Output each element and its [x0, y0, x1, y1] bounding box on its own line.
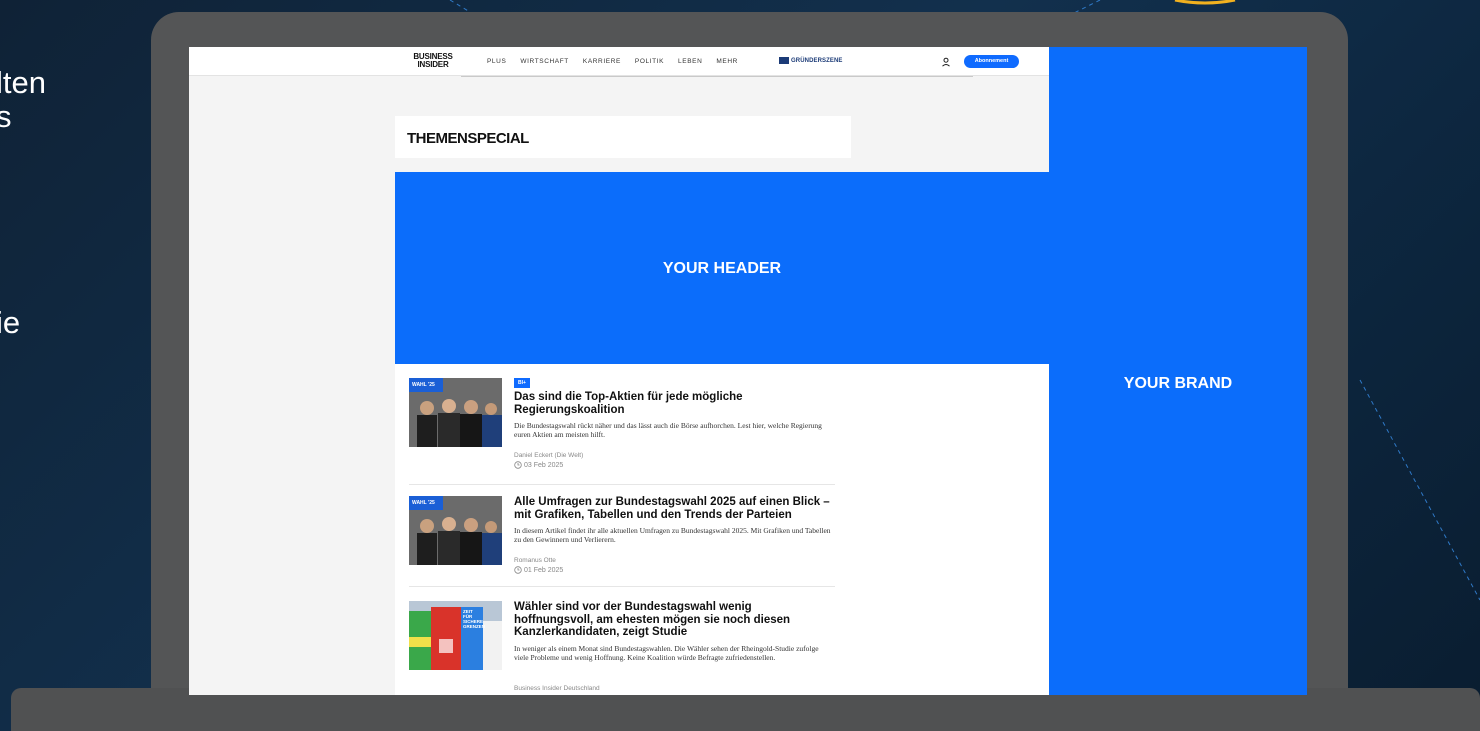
gruenderszene-label: GRÜNDERSZENE [791, 57, 843, 64]
themenspecial-title: THEMENSPECIAL [407, 130, 529, 147]
nav-link-wirtschaft[interactable]: WIRTSCHAFT [520, 58, 569, 65]
gruenderszene-link[interactable]: GRÜNDERSZENE [779, 57, 843, 64]
user-icon[interactable] [941, 57, 951, 67]
nav-divider [461, 76, 973, 77]
article-description: Die Bundestagswahl rückt näher und das l… [514, 421, 822, 439]
article-item[interactable]: WAHL '25 BI+ Das sind die Top-Aktien für… [409, 378, 835, 486]
article-title[interactable]: Alle Umfragen zur Bundestagswahl 2025 au… [514, 496, 834, 521]
article-title[interactable]: Wähler sind vor der Bundestagswahl wenig… [514, 601, 834, 639]
business-insider-logo[interactable]: BUSINESS INSIDER [410, 53, 456, 69]
article-author: Business Insider Deutschland [514, 685, 600, 692]
clock-icon [514, 566, 522, 574]
logo-line-2: INSIDER [417, 60, 449, 69]
article-thumbnail[interactable] [409, 601, 502, 670]
nav-link-plus[interactable]: PLUS [487, 58, 506, 65]
top-navbar: BUSINESS INSIDER PLUS WIRTSCHAFT KARRIER… [189, 47, 1049, 76]
clock-icon [514, 461, 522, 469]
article-thumbnail[interactable] [409, 496, 502, 565]
thumbnail-caption: ZEIT FÜR SICHERE GRENZEN [463, 609, 486, 629]
nav-link-leben[interactable]: LEBEN [678, 58, 702, 65]
laptop-screen: BUSINESS INSIDER PLUS WIRTSCHAFT KARRIER… [189, 47, 1307, 695]
side-text-line-3: ie [0, 305, 21, 340]
article-item[interactable]: WAHL '25 Alle Umfragen zur Bundestagswah… [409, 496, 835, 586]
article-divider [409, 484, 835, 485]
themenspecial-box: THEMENSPECIAL [395, 116, 851, 158]
nav-link-mehr[interactable]: MEHR [716, 58, 738, 65]
subscribe-button[interactable]: Abonnement [964, 55, 1019, 68]
article-list: WAHL '25 BI+ Das sind die Top-Aktien für… [395, 364, 1049, 695]
header-label: YOUR HEADER [662, 260, 782, 277]
article-date: 01 Feb 2025 [514, 566, 563, 574]
side-text-line-2: s [0, 99, 12, 134]
article-date: 03 Feb 2025 [514, 461, 563, 469]
article-title[interactable]: Das sind die Top-Aktien für jede möglich… [514, 391, 834, 416]
thumbnail-caption: WAHL '25 [412, 382, 435, 388]
brand-placeholder-panel[interactable]: YOUR BRAND [1049, 47, 1307, 695]
article-author: Romanus Otte [514, 557, 556, 564]
article-item[interactable]: ZEIT FÜR SICHERE GRENZEN Wähler sind vor… [409, 601, 835, 695]
article-author: Daniel Eckert (Die Welt) [514, 452, 584, 459]
article-description: In weniger als einem Monat sind Bundesta… [514, 644, 819, 662]
brand-label: YOUR BRAND [1123, 375, 1233, 392]
bi-plus-badge: BI+ [514, 378, 530, 388]
thumbnail-caption: WAHL '25 [412, 500, 435, 506]
article-date-text: 03 Feb 2025 [524, 461, 564, 469]
nav-link-karriere[interactable]: KARRIERE [583, 58, 621, 65]
nav-link-politik[interactable]: POLITIK [635, 58, 664, 65]
article-thumbnail[interactable] [409, 378, 502, 447]
header-placeholder[interactable]: YOUR HEADER [395, 172, 1049, 364]
article-date-text: 01 Feb 2025 [524, 566, 564, 574]
side-text-line-1: lten [0, 65, 46, 100]
article-divider [409, 586, 835, 587]
nav-links: PLUS WIRTSCHAFT KARRIERE POLITIK LEBEN M… [487, 58, 752, 65]
article-description: In diesem Artikel findet ihr alle aktuel… [514, 526, 831, 544]
gruenderszene-logo-icon [779, 57, 789, 64]
